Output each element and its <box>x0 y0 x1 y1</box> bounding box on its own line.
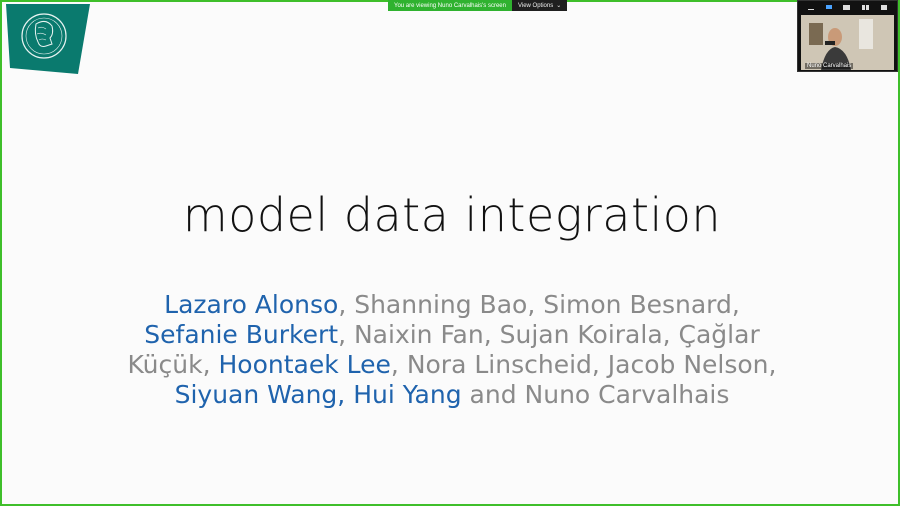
slide-title: model data integration <box>182 188 722 242</box>
author-name-highlighted: Siyuan Wang, Hui Yang <box>174 380 462 409</box>
view-options-label: View Options <box>517 2 554 9</box>
participant-video-tile[interactable]: Nuno Carvalhais <box>801 15 894 70</box>
author-name-highlighted: Sefanie Burkert <box>144 320 339 349</box>
author-name-highlighted: Lazaro Alonso <box>164 290 339 319</box>
author-name: Küçük, <box>127 350 219 379</box>
author-list: Lazaro Alonso, Shanning Bao, Simon Besna… <box>122 290 782 410</box>
participant-video-image <box>801 15 894 70</box>
exit-fullscreen-icon[interactable] <box>881 4 888 10</box>
author-name-highlighted: Hoontaek Lee <box>218 350 391 379</box>
author-line: Küçük, Hoontaek Lee, Nora Linscheid, Jac… <box>122 350 782 380</box>
screen-share-banner: You are viewing Nuno Carvalhais's screen… <box>388 0 568 11</box>
participant-video-panel: Nuno Carvalhais <box>797 0 898 72</box>
viewing-status-text: You are viewing Nuno Carvalhais's screen <box>394 2 506 9</box>
minimize-icon[interactable] <box>807 8 814 10</box>
view-options-button[interactable]: View Options ⌄ <box>511 0 568 11</box>
author-name: , Naixin Fan, Sujan Koirala, Çağlar <box>338 320 760 349</box>
viewing-status: You are viewing Nuno Carvalhais's screen <box>388 0 512 11</box>
speaker-view-icon[interactable] <box>843 4 851 10</box>
author-line: Siyuan Wang, Hui Yang and Nuno Carvalhai… <box>122 380 782 410</box>
author-name: and Nuno Carvalhais <box>461 380 730 409</box>
single-view-icon[interactable] <box>825 5 832 9</box>
participant-name: Nuno Carvalhais <box>805 63 854 69</box>
chevron-down-icon: ⌄ <box>556 3 562 9</box>
shared-screen: model data integration Lazaro Alonso, Sh… <box>0 0 900 506</box>
video-panel-toolbar <box>798 1 897 13</box>
author-line: Lazaro Alonso, Shanning Bao, Simon Besna… <box>122 290 782 320</box>
author-name: , Shanning Bao, Simon Besnard, <box>338 290 740 319</box>
gallery-view-icon[interactable] <box>862 4 870 10</box>
author-name: , Nora Linscheid, Jacob Nelson, <box>390 350 777 379</box>
institution-logo <box>6 4 90 74</box>
author-line: Sefanie Burkert, Naixin Fan, Sujan Koira… <box>122 320 782 350</box>
